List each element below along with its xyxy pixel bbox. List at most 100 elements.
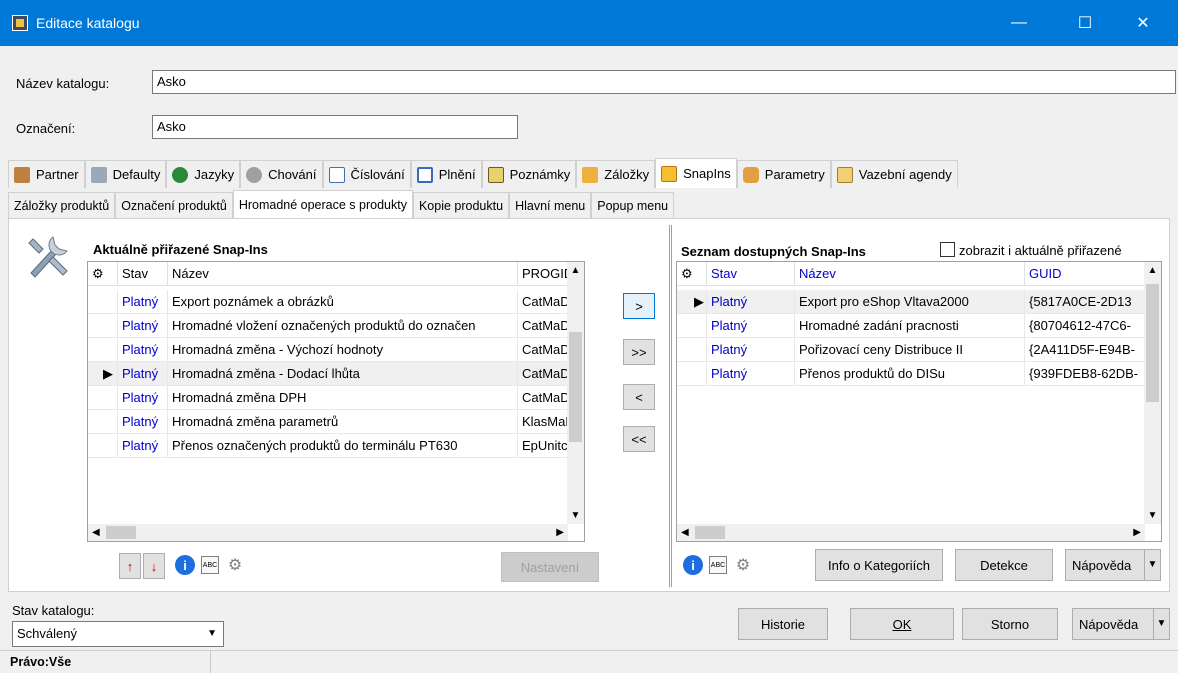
table-row[interactable]: Platný Hromadné zadání pracnosti {807046…: [677, 314, 1145, 338]
title-bar[interactable]: Editace katalogu — ☐ ✕: [0, 0, 1178, 46]
table-row[interactable]: ▶ Platný Hromadná změna - Dodací lhůta C…: [88, 362, 568, 386]
detect-button[interactable]: Detekce: [955, 549, 1053, 581]
available-snapins-grid[interactable]: ⚙ Stav Název GUID ▶ Platný Export pro eS…: [676, 261, 1162, 542]
assigned-snapins-title: Aktuálně přiřazené Snap-Ins: [93, 242, 268, 257]
table-row[interactable]: Platný Pořizovací ceny Distribuce II {2A…: [677, 338, 1145, 362]
dropdown-arrow-icon[interactable]: ▼: [1153, 609, 1169, 639]
catalog-name-label: Název katalogu:: [16, 76, 110, 91]
show-assigned-checkbox[interactable]: [940, 242, 955, 257]
catalog-code-input[interactable]: Asko: [152, 115, 518, 139]
assigned-snapins-grid[interactable]: ⚙ Stav Název PROGID Platný Export poznám…: [87, 261, 585, 542]
spellcheck-icon[interactable]: ABC: [709, 556, 727, 574]
tab-parametry[interactable]: Parametry: [736, 160, 831, 188]
gears-icon[interactable]: ⚙: [733, 555, 753, 575]
numbering-icon: [328, 166, 345, 183]
column-header[interactable]: Stav: [118, 262, 168, 286]
info-icon[interactable]: i: [683, 555, 703, 575]
scroll-down-icon[interactable]: ▼: [1144, 507, 1161, 524]
scroll-right-icon[interactable]: ▶: [556, 524, 564, 541]
add-button[interactable]: >: [623, 293, 655, 319]
subtab-popup-menu[interactable]: Popup menu: [591, 192, 675, 218]
scroll-down-icon[interactable]: ▼: [567, 507, 584, 524]
add-all-button[interactable]: >>: [623, 339, 655, 365]
window: Editace katalogu — ☐ ✕ Název katalogu: A…: [0, 0, 1178, 673]
gears-icon[interactable]: ⚙: [225, 555, 245, 575]
settings-button[interactable]: Nastavení: [501, 552, 599, 582]
move-up-icon[interactable]: ↑: [119, 553, 141, 579]
progid-cell: CatMaDr: [518, 338, 568, 362]
remove-all-button[interactable]: <<: [623, 426, 655, 452]
scroll-thumb[interactable]: [1146, 284, 1159, 402]
progid-cell: CatMaDr: [518, 362, 568, 386]
info-icon[interactable]: i: [175, 555, 195, 575]
spellcheck-icon[interactable]: ABC: [201, 556, 219, 574]
chevron-down-icon[interactable]: ▼: [207, 622, 217, 646]
help-dropdown-button[interactable]: Nápověda ▼: [1072, 608, 1170, 640]
table-row[interactable]: Platný Hromadná změna parametrů KlasMaDı: [88, 410, 568, 434]
subtab-hromadne-operace[interactable]: Hromadné operace s produkty: [232, 190, 413, 218]
catalog-status-select[interactable]: Schválený ▼: [12, 621, 224, 647]
scroll-up-icon[interactable]: ▲: [567, 262, 584, 279]
tab-jazyky[interactable]: Jazyky: [166, 160, 241, 188]
column-header[interactable]: PROGID: [518, 262, 568, 286]
remove-button[interactable]: <: [623, 384, 655, 410]
minimize-button[interactable]: —: [996, 0, 1042, 46]
progid-cell: CatMaDr: [518, 290, 568, 314]
status-divider: [210, 651, 211, 673]
dropdown-arrow-icon[interactable]: ▼: [1144, 550, 1160, 580]
horizontal-scrollbar[interactable]: ◀ ▶: [88, 524, 568, 541]
splitter[interactable]: [669, 225, 672, 587]
cancel-button[interactable]: Storno: [962, 608, 1058, 640]
table-row[interactable]: Platný Hromadná změna DPH CatMaDr: [88, 386, 568, 410]
column-header[interactable]: Stav: [707, 262, 795, 286]
tab-vazebni-agendy[interactable]: Vazební agendy: [830, 160, 958, 188]
tab-snapins[interactable]: SnapIns: [655, 158, 737, 188]
table-row[interactable]: Platný Přenos produktů do DISu {939FDEB8…: [677, 362, 1145, 386]
subtab-kopie-produktu[interactable]: Kopie produktu: [412, 192, 510, 218]
scroll-thumb[interactable]: [569, 332, 582, 442]
vertical-scrollbar[interactable]: ▲ ▼: [1144, 262, 1161, 524]
column-header[interactable]: Název: [168, 262, 518, 286]
table-row[interactable]: Platný Hromadné vložení označených produ…: [88, 314, 568, 338]
scroll-up-icon[interactable]: ▲: [1144, 262, 1161, 279]
close-button[interactable]: ✕: [1120, 0, 1166, 46]
scroll-thumb[interactable]: [106, 526, 136, 539]
scroll-left-icon[interactable]: ◀: [92, 524, 100, 541]
tab-defaulty[interactable]: Defaulty: [84, 160, 167, 188]
status-cell: Platný: [707, 290, 795, 314]
horizontal-scrollbar[interactable]: ◀ ▶: [677, 524, 1145, 541]
subtab-zalozky-produktu[interactable]: Záložky produktů: [8, 192, 116, 218]
column-header[interactable]: Název: [795, 262, 1025, 286]
category-info-button[interactable]: Info o Kategoriích: [815, 549, 943, 581]
name-cell: Export poznámek a obrázků: [168, 290, 518, 314]
vertical-scrollbar[interactable]: ▲ ▼: [567, 262, 584, 524]
history-button[interactable]: Historie: [738, 608, 828, 640]
move-down-icon[interactable]: ↓: [143, 553, 165, 579]
subtab-oznaceni-produktu[interactable]: Označení produktů: [115, 192, 233, 218]
table-row[interactable]: Platný Hromadná změna - Výchozí hodnoty …: [88, 338, 568, 362]
window-title: Editace katalogu: [36, 15, 140, 31]
scroll-left-icon[interactable]: ◀: [681, 524, 689, 541]
catalog-status-value: Schválený: [17, 626, 77, 641]
maximize-button[interactable]: ☐: [1062, 0, 1108, 46]
scroll-thumb[interactable]: [695, 526, 725, 539]
gears-icon: ⚙: [677, 262, 707, 286]
name-cell: Hromadná změna - Dodací lhůta: [168, 362, 518, 386]
rights-status: Právo:Vše: [10, 655, 72, 669]
table-row[interactable]: Platný Přenos označených produktů do ter…: [88, 434, 568, 458]
help-dropdown-button[interactable]: Nápověda ▼: [1065, 549, 1161, 581]
catalog-status-label: Stav katalogu:: [12, 603, 95, 618]
tab-zalozky[interactable]: Záložky: [576, 160, 656, 188]
ok-button[interactable]: OK: [850, 608, 954, 640]
tab-partner[interactable]: Partner: [8, 160, 85, 188]
tab-cislovani[interactable]: Číslování: [322, 160, 411, 188]
catalog-name-input[interactable]: Asko: [152, 70, 1176, 94]
scroll-right-icon[interactable]: ▶: [1133, 524, 1141, 541]
subtab-hlavni-menu[interactable]: Hlavní menu: [509, 192, 592, 218]
tab-chovani[interactable]: Chování: [240, 160, 323, 188]
tab-plneni[interactable]: Plnění: [410, 160, 482, 188]
tab-poznamky[interactable]: Poznámky: [481, 160, 577, 188]
table-row[interactable]: ▶ Platný Export pro eShop Vltava2000 {58…: [677, 290, 1145, 314]
column-header[interactable]: GUID: [1025, 262, 1145, 286]
table-row[interactable]: Platný Export poznámek a obrázků CatMaDr: [88, 290, 568, 314]
